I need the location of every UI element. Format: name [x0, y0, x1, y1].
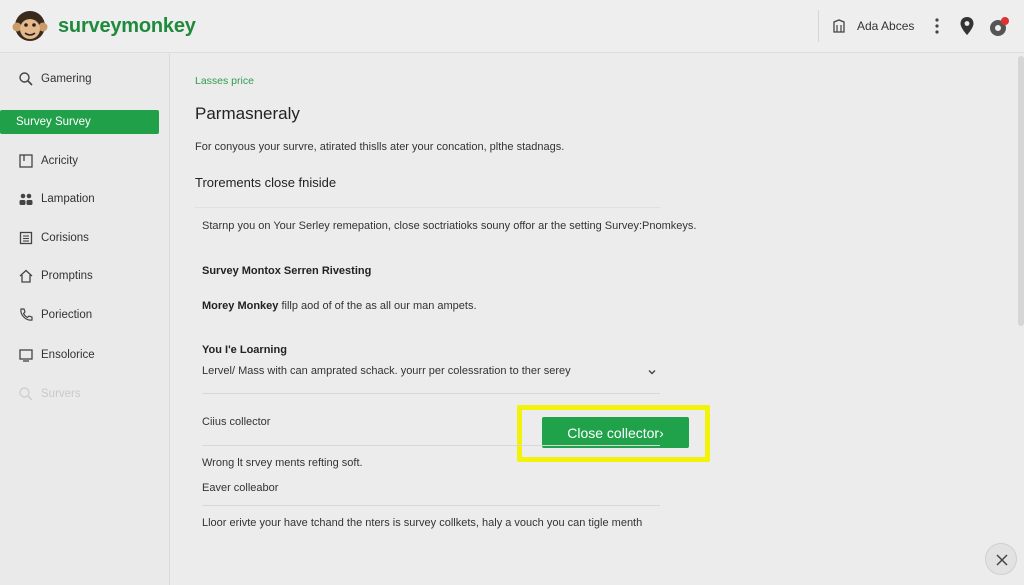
- scrollbar[interactable]: [1018, 56, 1024, 326]
- paragraph-rest: fillp aod of of the as all our man ampet…: [278, 300, 477, 312]
- sidebar-item-activity[interactable]: Acricity: [0, 149, 170, 173]
- divider: [202, 393, 660, 394]
- more-vertical-icon[interactable]: [930, 16, 944, 36]
- header-divider: [818, 10, 819, 42]
- divider: [202, 505, 660, 506]
- sidebar-item-gamering[interactable]: Gamering: [0, 67, 170, 91]
- chevron-down-icon: [648, 370, 656, 375]
- search-icon: [19, 387, 33, 401]
- list-item: Wrong lt srvey ments refting soft.: [202, 457, 363, 469]
- close-icon: [996, 554, 1008, 566]
- user-name[interactable]: Ada Abces: [857, 19, 914, 33]
- sidebar-item-label: Lampation: [41, 193, 95, 205]
- notification-icon[interactable]: [988, 16, 1010, 38]
- sidebar-item-survey[interactable]: Survey Survey: [0, 110, 159, 134]
- breadcrumb[interactable]: Lasses price: [195, 75, 254, 87]
- monitor-icon: [19, 349, 33, 362]
- intro-text: For conyous your survre, atirated thisll…: [195, 141, 565, 153]
- sidebar-item-survers[interactable]: Survers: [0, 382, 170, 406]
- search-icon: [19, 72, 33, 86]
- section-title: Trorements close fniside: [195, 175, 337, 190]
- list-item: Eaver colleabor: [202, 482, 279, 494]
- sidebar-item-ensolorice[interactable]: Ensolorice: [0, 343, 170, 367]
- dropdown-value: Lervel/ Mass with can amprated schack. y…: [202, 365, 571, 377]
- grid-icon: [19, 231, 33, 245]
- phone-icon: [20, 308, 33, 321]
- sidebar-item-corisions[interactable]: Corisions: [0, 226, 170, 250]
- brand-name[interactable]: surveymonkey: [58, 15, 196, 38]
- paragraph-bold-lead: Morey Monkey: [202, 300, 279, 312]
- subheading: Survey Montox Serren Rivesting: [202, 265, 372, 277]
- sidebar-item-lampation[interactable]: Lampation: [0, 187, 170, 211]
- collector-label: Ciius collector: [202, 416, 271, 428]
- building-icon[interactable]: [832, 19, 846, 33]
- monkey-logo-icon[interactable]: [12, 8, 48, 44]
- page-title: Parmasneraly: [195, 104, 300, 123]
- sidebar: Gamering Survey Survey Acricity Lampatio…: [0, 54, 170, 585]
- divider: [202, 445, 660, 446]
- activity-icon: [19, 154, 33, 168]
- subheading: You I'e Loarning: [202, 344, 287, 356]
- sidebar-item-poriection[interactable]: Poriection: [0, 303, 170, 327]
- paragraph: Morey Monkey fillp aod of of the as all …: [202, 300, 477, 312]
- top-bar: surveymonkey Ada Abces: [0, 0, 1024, 53]
- sidebar-item-label: Survers: [41, 388, 81, 400]
- location-pin-icon[interactable]: [958, 16, 976, 36]
- sidebar-item-label: Promptins: [41, 270, 93, 282]
- sidebar-item-label: Corisions: [41, 232, 89, 244]
- paragraph: Starnp you on Your Serley remepation, cl…: [202, 220, 697, 232]
- sidebar-item-label: Ensolorice: [41, 349, 95, 361]
- main-content: Lasses price Parmasneraly For conyous yo…: [170, 54, 1020, 585]
- sidebar-item-label: Survey Survey: [16, 116, 91, 128]
- sidebar-item-promptins[interactable]: Promptins: [0, 264, 170, 288]
- divider: [195, 207, 660, 208]
- home-icon: [19, 269, 33, 283]
- sidebar-item-label: Gamering: [41, 73, 92, 85]
- dismiss-button[interactable]: [985, 543, 1017, 575]
- people-icon: [19, 193, 33, 205]
- sidebar-item-label: Poriection: [41, 309, 93, 321]
- sidebar-item-label: Acricity: [41, 155, 79, 167]
- footer-text: Lloor erivte your have tchand the nters …: [202, 517, 643, 529]
- learning-dropdown[interactable]: Lervel/ Mass with can amprated schack. y…: [202, 365, 660, 381]
- close-collector-button[interactable]: Close collector›: [542, 417, 689, 448]
